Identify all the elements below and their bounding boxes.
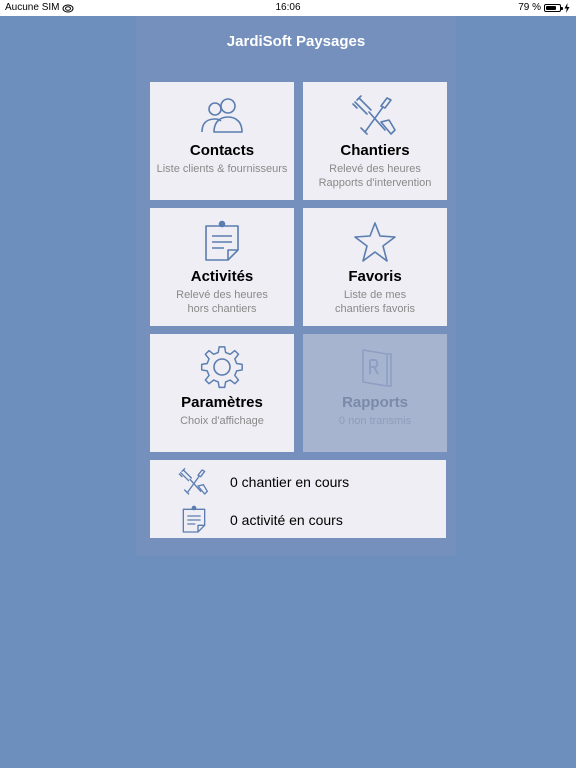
tile-subtitle-line: 0 non transmis <box>338 415 412 427</box>
tile-subtitle-line: Relevé des heures <box>329 163 421 175</box>
tile-title: Activités <box>190 268 254 285</box>
tile-subtitle: 0 non transmis <box>303 414 447 428</box>
tools-icon <box>178 466 210 498</box>
clipboard-icon <box>198 220 246 264</box>
battery-icon <box>544 4 563 12</box>
tile-subtitle-line: Rapports d'intervention <box>318 177 432 189</box>
tile-subtitle: Choix d'affichage <box>150 414 294 428</box>
tile-chantiers[interactable]: Chantiers Relevé des heures Rapports d'i… <box>303 82 447 200</box>
tile-title: Paramètres <box>181 394 263 411</box>
tile-title: Chantiers <box>340 142 410 159</box>
battery-status: 79 % <box>518 0 570 16</box>
tile-favoris[interactable]: Favoris Liste de mes chantiers favoris <box>303 208 447 326</box>
tile-subtitle: Liste clients & fournisseurs <box>150 162 294 176</box>
tile-subtitle: Relevé des heures Rapports d'interventio… <box>303 162 447 190</box>
clipboard-icon <box>178 504 210 536</box>
chantiers-status-row[interactable]: 0 chantier en cours <box>150 462 446 500</box>
clock: 16:06 <box>275 2 301 13</box>
tile-subtitle-line: Liste clients & fournisseurs <box>156 163 288 175</box>
chantiers-count: 0 chantier en cours <box>230 474 350 490</box>
activites-count: 0 activité en cours <box>230 512 343 528</box>
contacts-icon <box>198 94 246 138</box>
tile-contacts[interactable]: Contacts Liste clients & fournisseurs <box>150 82 294 200</box>
tile-title: Favoris <box>348 268 402 285</box>
tile-rapports[interactable]: Rapports 0 non transmis <box>303 334 447 452</box>
star-icon <box>351 220 399 264</box>
tile-subtitle-line: Choix d'affichage <box>180 415 264 427</box>
app-title: JardiSoft Paysages <box>226 33 366 50</box>
tile-title: Contacts <box>189 142 255 159</box>
status-bar: Aucune SIM 16:06 79 % <box>0 0 576 16</box>
tile-subtitle-line: Liste de mes <box>343 289 407 301</box>
activites-status-row[interactable]: 0 activité en cours <box>150 500 446 538</box>
tile-subtitle-line: chantiers favoris <box>334 303 416 315</box>
tile-title: Rapports <box>342 394 408 411</box>
tile-subtitle: Liste de mes chantiers favoris <box>303 288 447 316</box>
tile-subtitle-line: hors chantiers <box>187 303 257 315</box>
tile-subtitle: Relevé des heures hors chantiers <box>150 288 294 316</box>
tile-parametres[interactable]: Paramètres Choix d'affichage <box>150 334 294 452</box>
battery-percent: 79 % <box>518 2 541 13</box>
tools-icon <box>351 94 399 138</box>
charging-icon <box>564 3 570 13</box>
tile-activites[interactable]: Activités Relevé des heures hors chantie… <box>150 208 294 326</box>
summary-box: 0 chantier en cours 0 activité en cours <box>150 460 446 538</box>
gear-icon <box>198 346 246 390</box>
report-icon <box>351 346 399 390</box>
tile-subtitle-line: Relevé des heures <box>176 289 268 301</box>
